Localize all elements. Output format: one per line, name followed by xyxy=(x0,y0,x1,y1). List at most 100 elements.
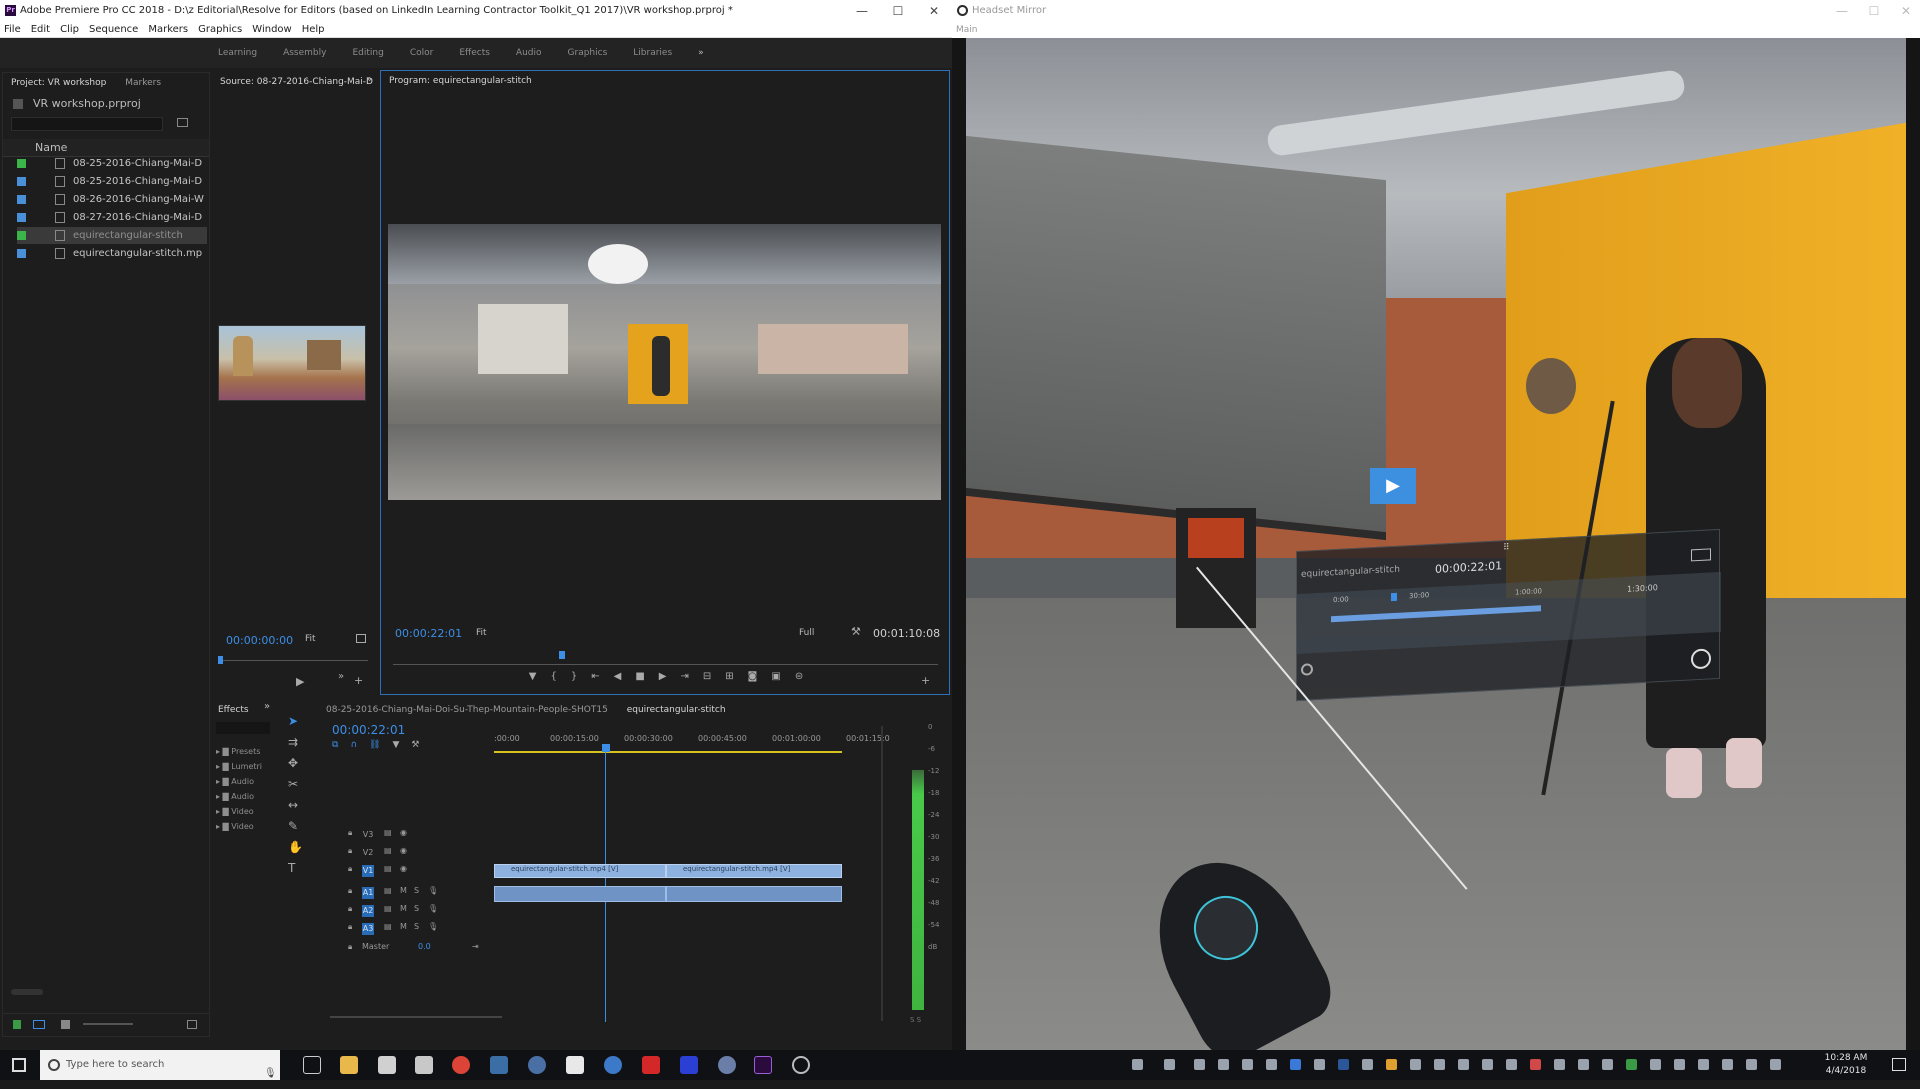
drive-icon[interactable] xyxy=(566,1056,584,1074)
list-item[interactable]: ▸ ▇ Lumetri xyxy=(216,759,262,774)
timeline-playhead-handle[interactable] xyxy=(602,744,610,752)
lock-icon[interactable]: 🔒︎ xyxy=(348,828,352,838)
tray-icon[interactable] xyxy=(1602,1059,1613,1070)
solo-button[interactable]: S xyxy=(414,922,419,931)
maximize-icon[interactable]: ☐ xyxy=(1856,0,1892,22)
vr-close-icon[interactable] xyxy=(1691,648,1711,670)
settings-icon[interactable]: ⚒ xyxy=(411,740,419,750)
hand-tool-icon[interactable]: ✋ xyxy=(288,840,303,854)
menu-markers[interactable]: Markers xyxy=(148,22,188,37)
network-icon[interactable] xyxy=(1746,1059,1757,1070)
icon-view-icon[interactable] xyxy=(61,1020,70,1029)
workspace-graphics[interactable]: Graphics xyxy=(568,48,608,58)
add-button-icon[interactable]: + xyxy=(921,674,930,687)
steamvr-taskbar-icon[interactable] xyxy=(792,1056,810,1074)
track-select-tool-icon[interactable]: ⇉ xyxy=(288,735,303,749)
column-name-header[interactable]: Name xyxy=(35,141,67,154)
workspace-audio[interactable]: Audio xyxy=(516,48,542,58)
workspace-effects[interactable]: Effects xyxy=(459,48,490,58)
list-item[interactable]: ▸ ▇ Audio xyxy=(216,789,262,804)
lock-icon[interactable]: 🔒︎ xyxy=(348,942,352,952)
program-playhead[interactable] xyxy=(558,651,565,659)
new-bin-icon[interactable] xyxy=(177,118,188,127)
minimize-icon[interactable]: — xyxy=(1824,0,1860,22)
workspace-color[interactable]: Color xyxy=(410,48,434,58)
app-icon[interactable] xyxy=(604,1056,622,1074)
snap-icon[interactable]: ∩ xyxy=(350,740,357,750)
comparison-view-icon[interactable]: ▣ xyxy=(771,671,780,691)
workspace-editing[interactable]: Editing xyxy=(352,48,383,58)
menu-help[interactable]: Help xyxy=(302,22,325,37)
effects-search-input[interactable] xyxy=(216,722,270,734)
maximize-icon[interactable]: ☐ xyxy=(880,0,916,22)
tab-markers[interactable]: Markers xyxy=(117,73,169,93)
tray-icon[interactable] xyxy=(1290,1059,1301,1070)
tray-icon[interactable] xyxy=(1338,1059,1349,1070)
vr-loop-icon[interactable] xyxy=(1301,663,1313,676)
mic-icon[interactable]: 🎙︎ xyxy=(428,904,438,913)
sync-lock-icon[interactable]: ▤ xyxy=(384,922,392,931)
vr-playhead[interactable] xyxy=(1391,592,1397,602)
go-to-out-icon[interactable]: ⇥ xyxy=(680,671,688,691)
more-workspaces-icon[interactable]: » xyxy=(698,48,704,58)
menu-edit[interactable]: Edit xyxy=(31,22,50,37)
tray-icon[interactable] xyxy=(1482,1059,1493,1070)
program-fit-dropdown[interactable]: Fit xyxy=(476,628,487,638)
video-clip[interactable]: equirectangular-stitch.mp4 [V] xyxy=(666,864,842,878)
sync-lock-icon[interactable]: ▤ xyxy=(384,886,392,895)
menu-sequence[interactable]: Sequence xyxy=(89,22,138,37)
minimize-icon[interactable]: — xyxy=(844,0,880,22)
pen-tool-icon[interactable]: ✎ xyxy=(288,819,303,833)
vr-clip-bar[interactable] xyxy=(1331,605,1541,623)
close-icon[interactable]: ✕ xyxy=(1888,0,1920,22)
drag-handle-icon[interactable]: ⠿ xyxy=(1503,543,1510,553)
vr-play-button[interactable]: ▶ xyxy=(1370,468,1416,504)
timeline-timecode[interactable]: 00:00:22:01 xyxy=(332,723,405,737)
list-item[interactable]: equirectangular-stitch.mp xyxy=(17,245,207,262)
premiere-taskbar-icon[interactable] xyxy=(754,1056,772,1074)
sync-lock-icon[interactable]: ▤ xyxy=(384,864,392,873)
tray-icon[interactable] xyxy=(1194,1059,1205,1070)
mark-out-icon[interactable]: } xyxy=(571,671,577,691)
lock-icon[interactable]: 🔒︎ xyxy=(348,886,352,896)
list-item[interactable]: 08-25-2016-Chiang-Mai-D xyxy=(17,173,207,190)
search-icon[interactable] xyxy=(187,1020,197,1029)
add-marker-icon[interactable]: ▼ xyxy=(529,671,537,691)
tray-icon[interactable] xyxy=(1722,1059,1733,1070)
workspace-assembly[interactable]: Assembly xyxy=(283,48,326,58)
zoom-slider[interactable] xyxy=(83,1023,133,1025)
menu-window[interactable]: Window xyxy=(252,22,291,37)
list-item-selected[interactable]: equirectangular-stitch xyxy=(17,227,207,244)
volume-icon[interactable] xyxy=(1770,1059,1781,1070)
mail-icon[interactable] xyxy=(378,1056,396,1074)
workspace-libraries[interactable]: Libraries xyxy=(633,48,672,58)
step-back-icon[interactable]: ◀ xyxy=(614,671,622,691)
mark-in-icon[interactable]: { xyxy=(550,671,556,691)
program-quality-dropdown[interactable]: Full xyxy=(799,628,814,638)
slip-tool-icon[interactable]: ↔ xyxy=(288,798,303,812)
lift-icon[interactable]: ⊟ xyxy=(703,671,711,691)
lock-icon[interactable]: 🔒︎ xyxy=(348,846,352,856)
tray-icon[interactable] xyxy=(1458,1059,1469,1070)
go-to-end-icon[interactable]: ⇥ xyxy=(472,942,479,951)
tray-icon[interactable] xyxy=(1698,1059,1709,1070)
tray-icon[interactable] xyxy=(1578,1059,1589,1070)
project-search-input[interactable] xyxy=(11,117,163,131)
vr-view[interactable]: ▶ ⠿ equirectangular-stitch 00:00:22:01 0… xyxy=(966,38,1906,1050)
solo-button[interactable]: S xyxy=(414,904,419,913)
tray-icon[interactable] xyxy=(1242,1059,1253,1070)
lock-icon[interactable]: 🔒︎ xyxy=(348,922,352,932)
tray-icon[interactable] xyxy=(1674,1059,1685,1070)
mic-icon[interactable]: 🎙︎ xyxy=(428,886,438,895)
tray-icon[interactable] xyxy=(1314,1059,1325,1070)
sync-lock-icon[interactable]: ▤ xyxy=(384,828,392,837)
selection-tool-icon[interactable]: ➤ xyxy=(288,714,303,728)
app-icon[interactable] xyxy=(680,1056,698,1074)
menu-file[interactable]: File xyxy=(4,22,21,37)
tray-icon[interactable] xyxy=(1218,1059,1229,1070)
tab-sequence-2[interactable]: equirectangular-stitch xyxy=(619,700,734,720)
sync-lock-icon[interactable]: ▤ xyxy=(384,904,392,913)
audio-clip[interactable] xyxy=(494,886,666,902)
stop-icon[interactable]: ■ xyxy=(635,671,644,691)
settings-icon[interactable] xyxy=(356,634,366,643)
